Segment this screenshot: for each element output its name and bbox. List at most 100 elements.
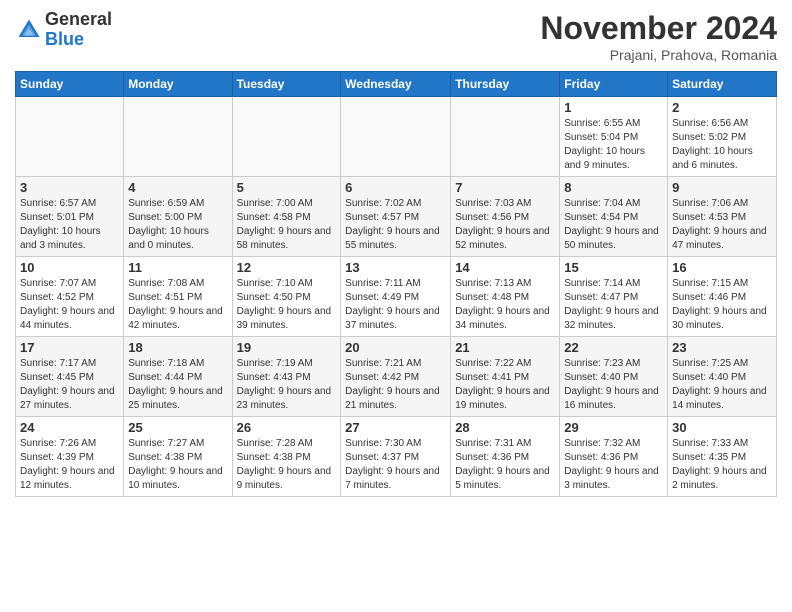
day-info: Sunrise: 7:00 AM Sunset: 4:58 PM Dayligh…	[237, 197, 337, 253]
day-cell: 3 Sunrise: 6:57 AM Sunset: 5:01 PM Daylig…	[16, 177, 124, 257]
day-info: Sunrise: 7:32 AM Sunset: 4:36 PM Dayligh…	[564, 437, 663, 493]
day-cell	[124, 97, 232, 177]
day-cell: 24 Sunrise: 7:26 AM Sunset: 4:39 PM Dayli…	[16, 417, 124, 497]
day-info: Sunrise: 7:31 AM Sunset: 4:36 PM Dayligh…	[455, 437, 555, 493]
day-info: Sunrise: 7:23 AM Sunset: 4:40 PM Dayligh…	[564, 357, 663, 413]
day-cell: 16Sunrise: 7:15 AM Sunset: 4:46 PM Dayli…	[668, 257, 777, 337]
day-cell: 11 Sunrise: 7:08 AM Sunset: 4:51 PM Dayli…	[124, 257, 232, 337]
day-info: Sunrise: 7:13 AM Sunset: 4:48 PM Dayligh…	[455, 277, 555, 333]
day-cell: 29 Sunrise: 7:32 AM Sunset: 4:36 PM Dayli…	[560, 417, 668, 497]
header-friday: Friday	[560, 72, 668, 97]
day-cell: 17 Sunrise: 7:17 AM Sunset: 4:45 PM Dayli…	[16, 337, 124, 417]
day-cell: 22Sunrise: 7:23 AM Sunset: 4:40 PM Dayli…	[560, 337, 668, 417]
day-number: 13	[345, 260, 446, 275]
title-section: November 2024 Prajani, Prahova, Romania	[540, 10, 777, 63]
header-sunday: Sunday	[16, 72, 124, 97]
day-number: 11	[128, 260, 227, 275]
header-saturday: Saturday	[668, 72, 777, 97]
day-cell	[451, 97, 560, 177]
day-cell: 14Sunrise: 7:13 AM Sunset: 4:48 PM Dayli…	[451, 257, 560, 337]
day-number: 10	[20, 260, 119, 275]
day-info: Sunrise: 7:10 AM Sunset: 4:50 PM Dayligh…	[237, 277, 337, 333]
month-title: November 2024	[540, 10, 777, 47]
day-info: Sunrise: 7:07 AM Sunset: 4:52 PM Dayligh…	[20, 277, 119, 333]
day-cell: 27 Sunrise: 7:30 AM Sunset: 4:37 PM Dayli…	[341, 417, 451, 497]
day-cell: 4 Sunrise: 6:59 AM Sunset: 5:00 PM Daylig…	[124, 177, 232, 257]
weekday-header-row: Sunday Monday Tuesday Wednesday Thursday…	[16, 72, 777, 97]
day-number: 4	[128, 180, 227, 195]
logo-blue: Blue	[45, 29, 84, 49]
day-info: Sunrise: 6:56 AM Sunset: 5:02 PM Dayligh…	[672, 117, 772, 173]
day-cell	[232, 97, 341, 177]
calendar-table: Sunday Monday Tuesday Wednesday Thursday…	[15, 71, 777, 497]
day-info: Sunrise: 6:59 AM Sunset: 5:00 PM Dayligh…	[128, 197, 227, 253]
day-number: 5	[237, 180, 337, 195]
day-number: 28	[455, 420, 555, 435]
day-number: 26	[237, 420, 337, 435]
day-cell: 2 Sunrise: 6:56 AM Sunset: 5:02 PM Daylig…	[668, 97, 777, 177]
day-number: 25	[128, 420, 227, 435]
day-info: Sunrise: 7:22 AM Sunset: 4:41 PM Dayligh…	[455, 357, 555, 413]
header: General Blue November 2024 Prajani, Prah…	[15, 10, 777, 63]
day-cell: 18 Sunrise: 7:18 AM Sunset: 4:44 PM Dayli…	[124, 337, 232, 417]
day-info: Sunrise: 7:30 AM Sunset: 4:37 PM Dayligh…	[345, 437, 446, 493]
day-number: 12	[237, 260, 337, 275]
day-info: Sunrise: 7:19 AM Sunset: 4:43 PM Dayligh…	[237, 357, 337, 413]
week-row-4: 24 Sunrise: 7:26 AM Sunset: 4:39 PM Dayli…	[16, 417, 777, 497]
logo-icon	[15, 16, 43, 44]
day-info: Sunrise: 7:25 AM Sunset: 4:40 PM Dayligh…	[672, 357, 772, 413]
day-number: 3	[20, 180, 119, 195]
day-cell: 5 Sunrise: 7:00 AM Sunset: 4:58 PM Daylig…	[232, 177, 341, 257]
day-number: 16	[672, 260, 772, 275]
day-info: Sunrise: 7:02 AM Sunset: 4:57 PM Dayligh…	[345, 197, 446, 253]
header-thursday: Thursday	[451, 72, 560, 97]
day-cell: 1 Sunrise: 6:55 AM Sunset: 5:04 PM Daylig…	[560, 97, 668, 177]
header-monday: Monday	[124, 72, 232, 97]
day-number: 24	[20, 420, 119, 435]
day-cell: 10 Sunrise: 7:07 AM Sunset: 4:52 PM Dayli…	[16, 257, 124, 337]
day-info: Sunrise: 7:03 AM Sunset: 4:56 PM Dayligh…	[455, 197, 555, 253]
day-cell: 7 Sunrise: 7:03 AM Sunset: 4:56 PM Daylig…	[451, 177, 560, 257]
week-row-0: 1 Sunrise: 6:55 AM Sunset: 5:04 PM Daylig…	[16, 97, 777, 177]
day-number: 17	[20, 340, 119, 355]
day-number: 9	[672, 180, 772, 195]
day-number: 2	[672, 100, 772, 115]
day-cell: 23Sunrise: 7:25 AM Sunset: 4:40 PM Dayli…	[668, 337, 777, 417]
day-info: Sunrise: 7:11 AM Sunset: 4:49 PM Dayligh…	[345, 277, 446, 333]
day-cell: 30Sunrise: 7:33 AM Sunset: 4:35 PM Dayli…	[668, 417, 777, 497]
day-number: 20	[345, 340, 446, 355]
day-info: Sunrise: 6:57 AM Sunset: 5:01 PM Dayligh…	[20, 197, 119, 253]
header-wednesday: Wednesday	[341, 72, 451, 97]
day-info: Sunrise: 7:08 AM Sunset: 4:51 PM Dayligh…	[128, 277, 227, 333]
day-number: 1	[564, 100, 663, 115]
day-info: Sunrise: 7:26 AM Sunset: 4:39 PM Dayligh…	[20, 437, 119, 493]
day-info: Sunrise: 7:21 AM Sunset: 4:42 PM Dayligh…	[345, 357, 446, 413]
day-info: Sunrise: 6:55 AM Sunset: 5:04 PM Dayligh…	[564, 117, 663, 173]
day-number: 29	[564, 420, 663, 435]
day-info: Sunrise: 7:14 AM Sunset: 4:47 PM Dayligh…	[564, 277, 663, 333]
day-info: Sunrise: 7:18 AM Sunset: 4:44 PM Dayligh…	[128, 357, 227, 413]
day-cell: 28 Sunrise: 7:31 AM Sunset: 4:36 PM Dayli…	[451, 417, 560, 497]
day-info: Sunrise: 7:06 AM Sunset: 4:53 PM Dayligh…	[672, 197, 772, 253]
day-cell	[341, 97, 451, 177]
day-info: Sunrise: 7:17 AM Sunset: 4:45 PM Dayligh…	[20, 357, 119, 413]
page-container: General Blue November 2024 Prajani, Prah…	[0, 0, 792, 507]
logo-text: General Blue	[45, 10, 112, 50]
day-number: 15	[564, 260, 663, 275]
header-tuesday: Tuesday	[232, 72, 341, 97]
day-number: 21	[455, 340, 555, 355]
location: Prajani, Prahova, Romania	[540, 47, 777, 63]
day-number: 8	[564, 180, 663, 195]
day-cell	[16, 97, 124, 177]
day-info: Sunrise: 7:04 AM Sunset: 4:54 PM Dayligh…	[564, 197, 663, 253]
day-number: 7	[455, 180, 555, 195]
week-row-2: 10 Sunrise: 7:07 AM Sunset: 4:52 PM Dayli…	[16, 257, 777, 337]
day-number: 27	[345, 420, 446, 435]
day-number: 30	[672, 420, 772, 435]
day-number: 18	[128, 340, 227, 355]
day-cell: 13 Sunrise: 7:11 AM Sunset: 4:49 PM Dayli…	[341, 257, 451, 337]
day-cell: 8 Sunrise: 7:04 AM Sunset: 4:54 PM Daylig…	[560, 177, 668, 257]
logo-general: General	[45, 9, 112, 29]
day-cell: 20 Sunrise: 7:21 AM Sunset: 4:42 PM Dayli…	[341, 337, 451, 417]
day-cell: 21 Sunrise: 7:22 AM Sunset: 4:41 PM Dayli…	[451, 337, 560, 417]
